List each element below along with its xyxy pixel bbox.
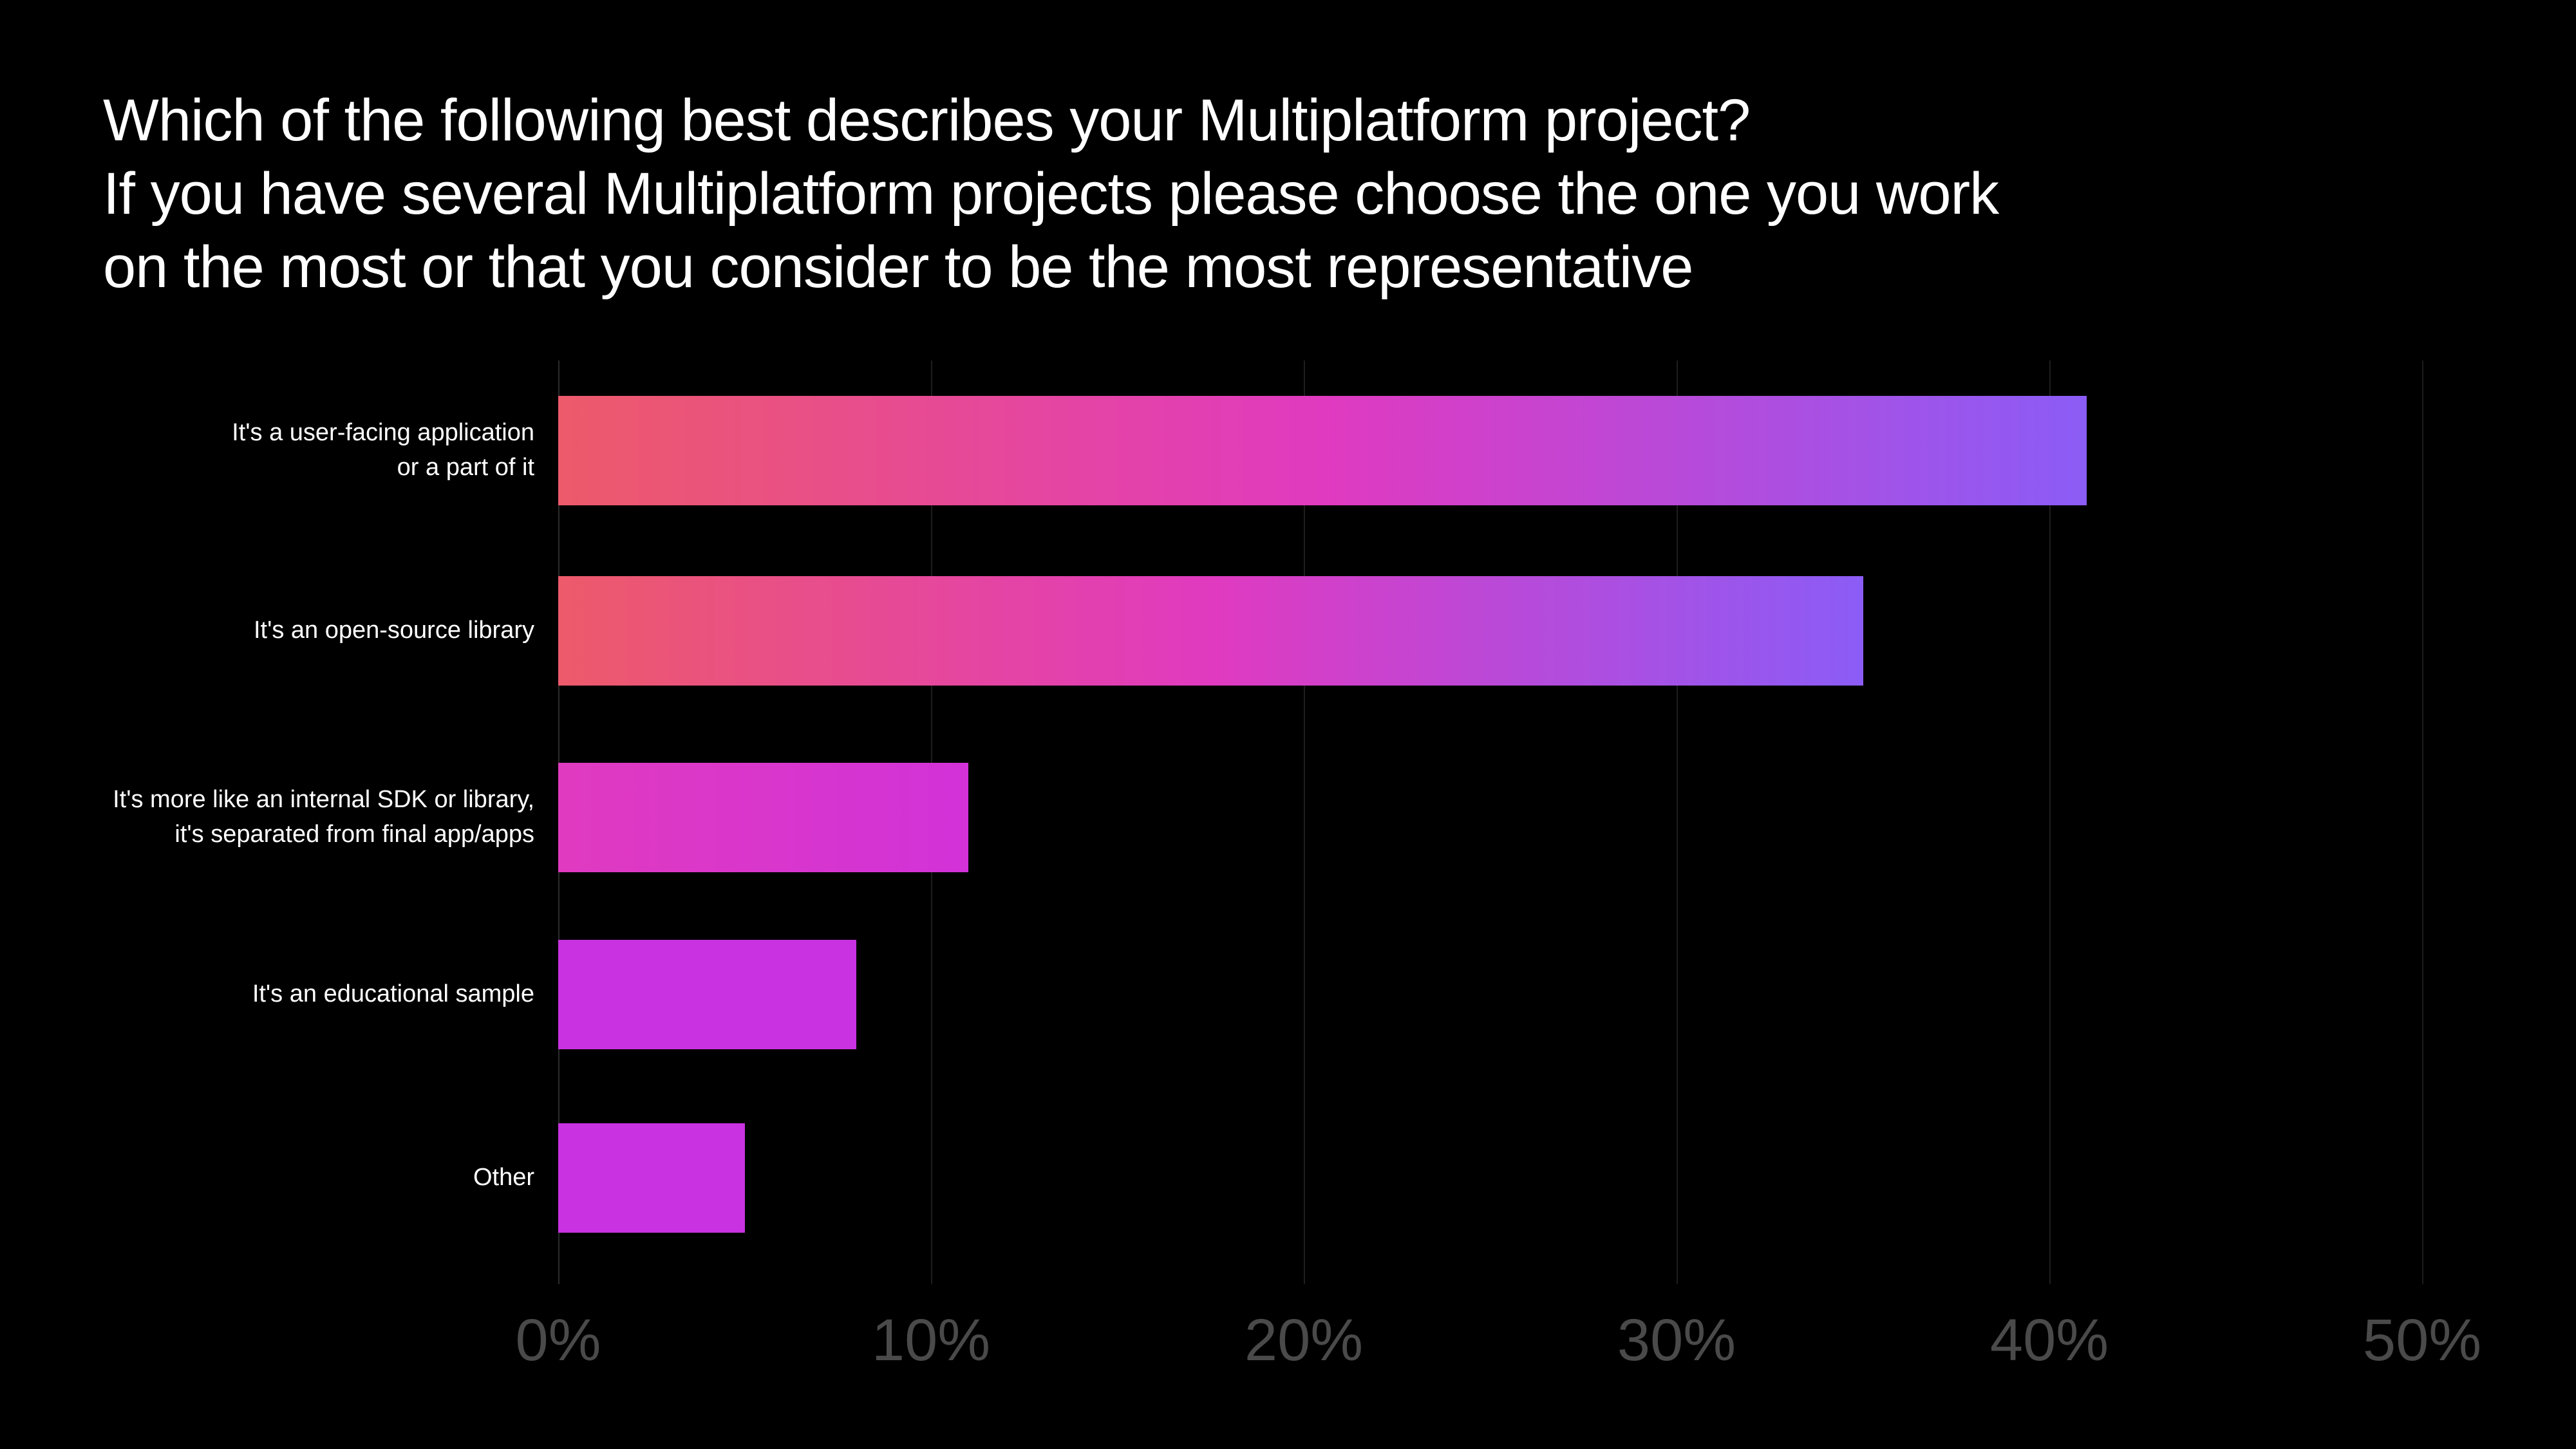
bar-label-line: It's a user-facing application [232,416,534,451]
bar-label-line: It's an open-source library [254,613,534,648]
bar-label: It's a user-facing applicationor a part … [103,396,534,505]
bar [558,576,1863,686]
title-line-1: Which of the following best describes yo… [103,88,1750,153]
bar [558,763,968,872]
slide: Which of the following best describes yo… [0,0,2576,1449]
x-tick-label: 20% [1245,1307,1363,1374]
x-tick-label: 40% [1990,1307,2109,1374]
x-tick-label: 10% [872,1307,990,1374]
bar-label-line: It's more like an internal SDK or librar… [113,783,534,818]
chart-title: Which of the following best describes yo… [103,84,2356,304]
bar-chart: 0%10%20%30%40%50%It's a user-facing appl… [103,360,2472,1390]
x-tick-label: 0% [516,1307,601,1374]
bar-label: Other [103,1123,534,1233]
gridline [2422,360,2423,1284]
bar-label: It's an open-source library [103,576,534,686]
bar-label-line: Other [473,1161,534,1195]
bar [558,940,856,1049]
x-tick-label: 50% [2363,1307,2481,1374]
bar-label-line: it's separated from final app/apps [174,818,534,852]
bar [558,396,2087,505]
title-line-3: on the most or that you consider to be t… [103,234,1693,300]
bar-label: It's an educational sample [103,940,534,1049]
bar-label-line: or a part of it [397,451,534,485]
bar-label: It's more like an internal SDK or librar… [103,763,534,872]
bar-label-line: It's an educational sample [252,977,534,1012]
title-line-2: If you have several Multiplatform projec… [103,161,1998,227]
bar [558,1123,745,1233]
x-tick-label: 30% [1617,1307,1736,1374]
